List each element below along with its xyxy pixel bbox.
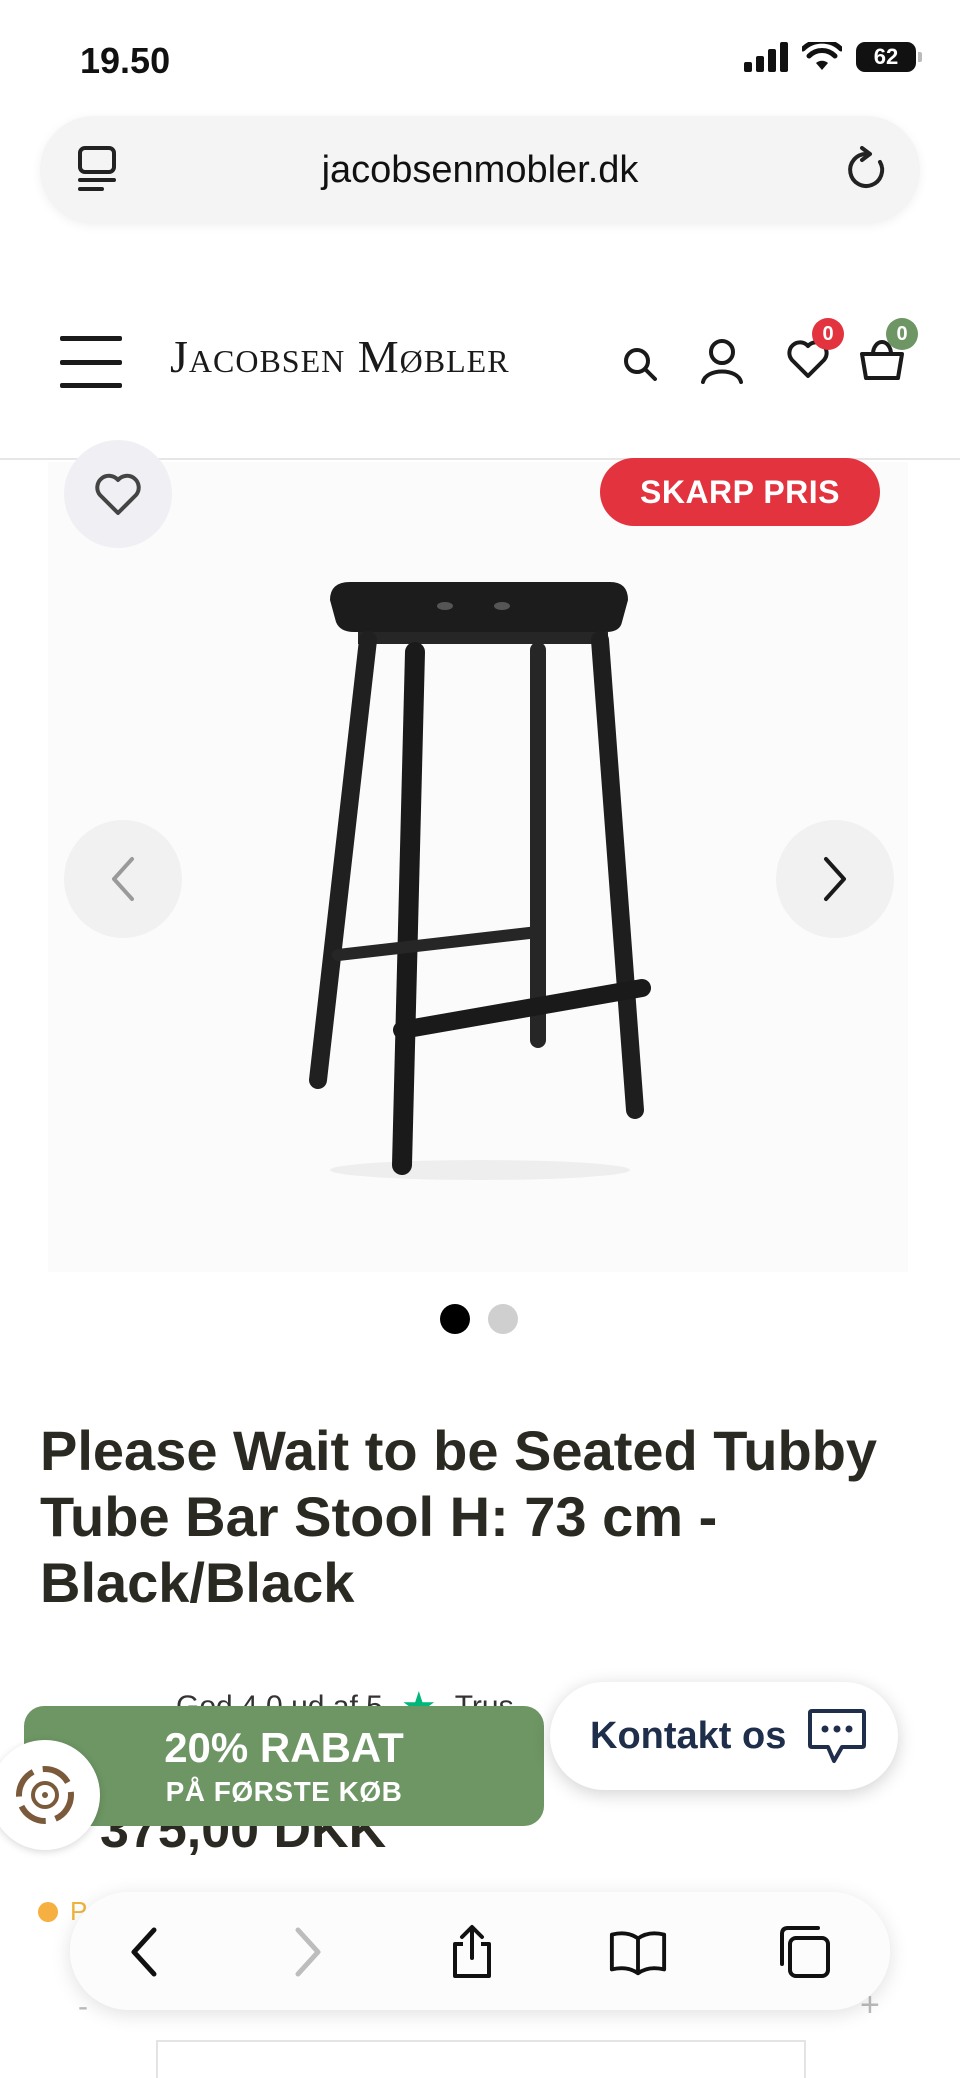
gallery-dot-1[interactable] — [440, 1304, 470, 1334]
site-header: Jacobsen Møbler 0 0 — [0, 300, 960, 460]
cart-count-badge: 0 — [886, 318, 918, 350]
heart-icon — [95, 473, 141, 515]
search-icon[interactable] — [622, 346, 658, 387]
back-button[interactable] — [114, 1922, 174, 1982]
wishlist-count-badge: 0 — [812, 318, 844, 350]
product-image[interactable] — [290, 570, 670, 1190]
chevron-left-icon — [112, 857, 134, 901]
discount-banner[interactable]: 20% RABAT PÅ FØRSTE KØB — [24, 1706, 544, 1826]
wifi-icon — [802, 42, 842, 70]
add-to-wishlist-button[interactable] — [64, 440, 172, 548]
quantity-decrease-button[interactable]: - — [78, 1990, 88, 2024]
discount-title: 20% RABAT — [164, 1724, 404, 1771]
bookmarks-button[interactable] — [608, 1922, 668, 1982]
address-bar[interactable]: jacobsenmobler.dk — [40, 116, 920, 224]
status-icons: 62 — [744, 42, 922, 72]
reward-badge[interactable] — [0, 1740, 100, 1850]
gallery-pagination — [440, 1304, 518, 1334]
forward-button[interactable] — [278, 1922, 338, 1982]
forward-icon — [295, 1927, 321, 1977]
stock-dot-icon — [38, 1901, 58, 1922]
page-menu-icon[interactable] — [76, 146, 120, 197]
bookmarks-icon — [609, 1931, 667, 1976]
tabs-icon — [780, 1926, 830, 1978]
reward-icon — [16, 1766, 74, 1824]
reload-icon[interactable] — [844, 144, 890, 199]
chat-icon — [808, 1709, 867, 1763]
back-icon — [131, 1927, 157, 1977]
url-text[interactable]: jacobsenmobler.dk — [322, 149, 639, 192]
signal-icon — [744, 42, 788, 72]
quantity-field[interactable] — [156, 2040, 806, 2078]
contact-label: Kontakt os — [590, 1714, 787, 1757]
tabs-button[interactable] — [774, 1922, 834, 1982]
share-button[interactable] — [442, 1922, 502, 1982]
browser-toolbar — [70, 1892, 890, 2010]
gallery-dot-2[interactable] — [488, 1304, 518, 1334]
discount-subtitle: PÅ FØRSTE KØB — [165, 1776, 403, 1807]
gallery-next-button[interactable] — [776, 820, 894, 938]
product-title: Please Wait to be Seated Tubby Tube Bar … — [40, 1419, 878, 1614]
gallery-prev-button[interactable] — [64, 820, 182, 938]
contact-button[interactable]: Kontakt os — [550, 1682, 898, 1790]
site-logo[interactable]: Jacobsen Møbler — [170, 330, 510, 383]
account-icon[interactable] — [700, 338, 744, 389]
chevron-right-icon — [824, 857, 846, 901]
battery-indicator: 62 — [856, 42, 922, 72]
status-bar: 19.50 62 — [0, 0, 960, 110]
price-tag-badge: SKARP PRIS — [600, 458, 880, 526]
status-time: 19.50 — [80, 40, 171, 81]
share-icon — [453, 1925, 491, 1978]
menu-button[interactable] — [60, 336, 122, 388]
